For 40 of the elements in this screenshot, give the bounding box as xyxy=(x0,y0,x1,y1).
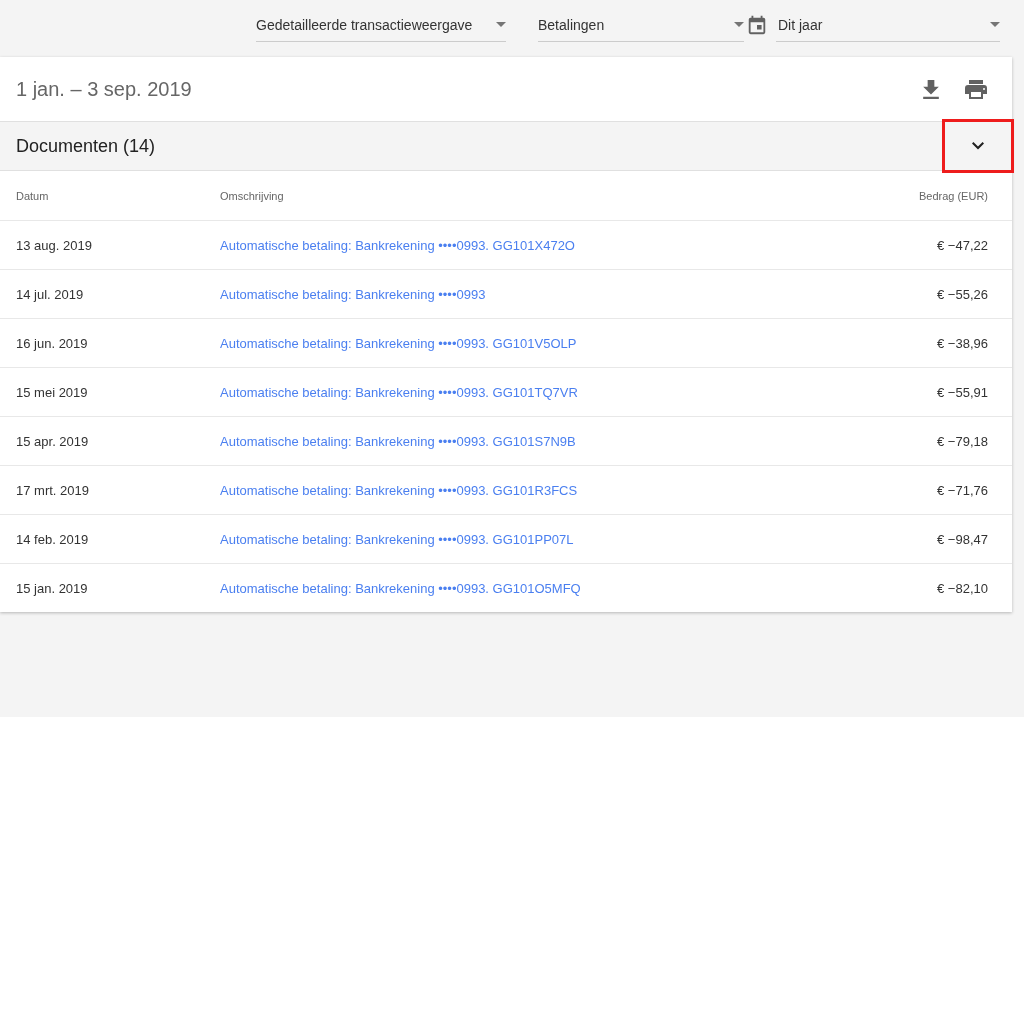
calendar-icon xyxy=(746,13,768,36)
download-icon[interactable] xyxy=(923,79,939,99)
filter-dropdown[interactable]: Dit jaar xyxy=(776,8,1000,42)
transaction-link[interactable]: Automatische betaling: Bankrekening ••••0993 xyxy=(220,286,486,302)
amount-cell: € −79,18 xyxy=(937,433,988,449)
transaction-link[interactable]: Automatische betaling: Bankrekening ••••0993. GG101R3FCS xyxy=(220,482,578,498)
transaction-link[interactable]: Automatische betaling: Bankrekening ••••0993. GG101TQ7VR xyxy=(220,384,578,400)
section-title: Documenten (14) xyxy=(16,135,156,157)
column-header: Datum xyxy=(16,189,50,202)
date-cell-text: 15 mei 2019 xyxy=(16,384,89,400)
amount-cell: € −38,96 xyxy=(937,335,988,351)
date-cell-text: 14 jul. 2019 xyxy=(16,286,85,302)
transaction-link[interactable]: Automatische betaling: Bankrekening ••••0993. GG101V5OLP xyxy=(220,335,577,351)
filter-dropdown[interactable]: Betalingen xyxy=(538,8,744,42)
chevron-down-icon xyxy=(972,142,984,150)
date-cell-text: 13 aug. 2019 xyxy=(16,237,93,253)
date-cell-text: 14 feb. 2019 xyxy=(16,531,90,547)
expand-button[interactable] xyxy=(942,119,1014,173)
dropdown-arrow-icon xyxy=(990,22,1000,27)
amount-cell: € −55,26 xyxy=(937,286,988,302)
transaction-link[interactable]: Automatische betaling: Bankrekening ••••0993. GG101PP07L xyxy=(220,531,574,547)
date-cell-text: 16 jun. 2019 xyxy=(16,335,89,351)
amount-cell: € −82,10 xyxy=(937,580,988,596)
amount-cell: € −47,22 xyxy=(937,237,988,253)
transaction-link[interactable]: Automatische betaling: Bankrekening ••••0993. GG101X472O xyxy=(220,237,575,253)
filter-dropdown[interactable]: Gedetailleerde transactieweergave xyxy=(256,8,506,42)
date-range: 1 jan. – 3 sep. 2019 xyxy=(16,77,192,101)
amount-cell: € −71,76 xyxy=(937,482,988,498)
dropdown-arrow-icon xyxy=(734,22,744,27)
transaction-link[interactable]: Automatische betaling: Bankrekening ••••0993. GG101O5MFQ xyxy=(220,580,581,596)
date-cell-text: 15 apr. 2019 xyxy=(16,433,90,449)
amount-cell: € −55,91 xyxy=(937,384,988,400)
date-cell-text: 15 jan. 2019 xyxy=(16,580,89,596)
print-icon[interactable] xyxy=(965,79,987,99)
transaction-link[interactable]: Automatische betaling: Bankrekening ••••0993. GG101S7N9B xyxy=(220,433,576,449)
column-header: Omschrijving xyxy=(220,189,285,202)
dropdown-arrow-icon xyxy=(496,22,506,27)
column-header: Bedrag (EUR) xyxy=(918,189,988,202)
amount-cell: € −98,47 xyxy=(937,531,988,547)
date-cell-text: 17 mrt. 2019 xyxy=(16,482,90,498)
